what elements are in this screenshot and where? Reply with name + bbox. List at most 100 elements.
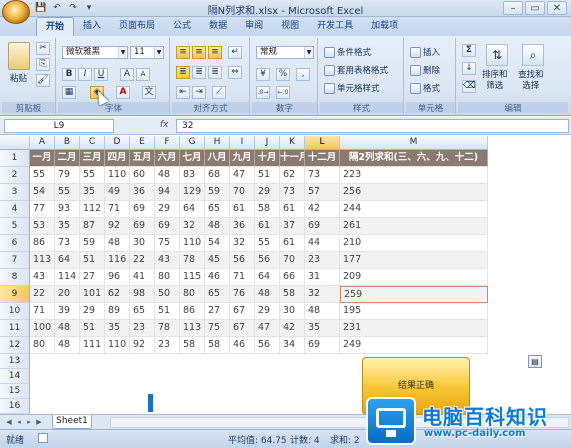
table-cell[interactable]: 32 [305,286,340,303]
column-header-C[interactable]: C [80,136,105,150]
table-cell[interactable]: 67 [230,303,255,320]
sort-filter-button[interactable]: 排序和 筛选 [482,70,508,92]
table-cell[interactable]: 43 [30,269,55,286]
row-header-12[interactable]: 12 [0,337,30,354]
table-cell[interactable]: 83 [180,167,205,184]
result-cell[interactable]: 256 [340,184,488,201]
table-cell[interactable]: 36 [130,184,155,201]
table-cell[interactable]: 110 [180,235,205,252]
table-cell[interactable]: 62 [105,286,130,303]
merge-center-icon[interactable]: ⇔ [228,66,242,79]
cut-icon[interactable]: ✂ [36,42,50,55]
decrease-decimal-icon[interactable]: ←.0 [276,86,290,99]
result-cell[interactable]: 244 [340,201,488,218]
table-cell[interactable]: 41 [130,269,155,286]
table-cell[interactable]: 55 [255,235,280,252]
maximize-button[interactable]: ▭ [525,1,545,15]
table-cell[interactable]: 48 [55,320,80,337]
table-cell[interactable]: 57 [305,184,340,201]
table-cell[interactable]: 23 [155,337,180,354]
table-cell[interactable]: 67 [230,320,255,337]
row-header-13[interactable]: 13 [0,354,30,369]
table-cell[interactable]: 116 [105,252,130,269]
column-header-B[interactable]: B [55,136,80,150]
table-cell[interactable]: 110 [105,167,130,184]
next-sheet-icon[interactable]: ▸ [24,417,34,427]
sheet-tab-sheet1[interactable]: Sheet1 [52,415,92,429]
last-sheet-icon[interactable]: ▶ [34,417,44,427]
shrink-font-button[interactable]: A [136,68,150,81]
table-cell[interactable]: 61 [230,201,255,218]
currency-icon[interactable]: ¥ [256,68,270,81]
header-cell[interactable]: 十月 [255,150,280,167]
table-cell[interactable]: 65 [205,286,230,303]
table-cell[interactable]: 110 [105,337,130,354]
table-cell[interactable]: 58 [205,337,230,354]
align-top-icon[interactable]: ≡ [176,46,190,59]
table-cell[interactable]: 32 [180,218,205,235]
align-right-icon[interactable]: ≣ [208,66,222,79]
find-select-icon[interactable]: ⌕ [522,44,544,66]
result-cell[interactable]: 231 [340,320,488,337]
table-cell[interactable]: 75 [155,235,180,252]
table-cell[interactable]: 129 [180,184,205,201]
table-cell[interactable]: 92 [105,218,130,235]
paste-button[interactable]: 粘贴 [10,72,27,84]
table-cell[interactable]: 56 [230,252,255,269]
table-cell[interactable]: 66 [280,269,305,286]
comma-button[interactable]: , [296,68,310,81]
row-header-10[interactable]: 10 [0,303,30,320]
font-color-button[interactable]: A [116,86,130,99]
table-cell[interactable]: 111 [80,337,105,354]
row-header-6[interactable]: 6 [0,235,30,252]
increase-decimal-icon[interactable]: .0→ [256,86,270,99]
table-cell[interactable]: 48 [305,303,340,320]
table-cell[interactable]: 48 [105,235,130,252]
bold-button[interactable]: B [62,68,76,81]
table-cell[interactable]: 69 [305,218,340,235]
table-cell[interactable]: 42 [305,201,340,218]
table-cell[interactable]: 51 [80,252,105,269]
insert-cells-button[interactable]: 插入 [410,46,440,58]
table-cell[interactable]: 22 [30,286,55,303]
tab-page-layout[interactable]: 页面布局 [110,17,164,36]
row-header-5[interactable]: 5 [0,218,30,235]
align-left-icon[interactable]: ≣ [176,66,190,79]
result-cell[interactable]: 223 [340,167,488,184]
table-cell[interactable]: 79 [55,167,80,184]
result-cell[interactable]: 177 [340,252,488,269]
table-cell[interactable]: 61 [280,201,305,218]
table-cell[interactable]: 50 [155,286,180,303]
header-cell[interactable]: 六月 [155,150,180,167]
fill-icon[interactable]: ↓ [462,62,476,75]
table-cell[interactable]: 48 [55,337,80,354]
table-cell[interactable]: 92 [130,337,155,354]
table-cell[interactable]: 56 [255,252,280,269]
clipboard-icon[interactable] [8,42,30,70]
table-cell[interactable]: 70 [280,252,305,269]
table-cell[interactable]: 51 [155,303,180,320]
table-cell[interactable]: 30 [280,303,305,320]
table-cell[interactable]: 65 [205,201,230,218]
table-cell[interactable]: 35 [55,218,80,235]
tab-home[interactable]: 开始 [36,17,75,36]
table-cell[interactable]: 71 [230,269,255,286]
row-header-9[interactable]: 9 [0,286,30,303]
table-cell[interactable]: 35 [305,320,340,337]
percent-button[interactable]: % [276,68,290,81]
header-cell[interactable]: 隔2列求和(三、六、九、十二) [340,150,488,167]
table-cell[interactable]: 27 [80,269,105,286]
table-cell[interactable]: 112 [80,201,105,218]
table-cell[interactable]: 32 [230,235,255,252]
table-cell[interactable]: 89 [105,303,130,320]
font-name-combo[interactable]: 微软雅黑 ▼ [62,46,128,59]
table-cell[interactable]: 71 [30,303,55,320]
column-header-L[interactable]: L [305,136,340,150]
table-cell[interactable]: 59 [80,235,105,252]
underline-button[interactable]: U [94,68,108,81]
result-cell[interactable]: 259 [340,286,488,303]
find-select-button[interactable]: 查找和 选择 [518,70,544,92]
header-cell[interactable]: 一月 [30,150,55,167]
prev-sheet-icon[interactable]: ◂ [14,417,24,427]
table-cell[interactable]: 46 [230,337,255,354]
